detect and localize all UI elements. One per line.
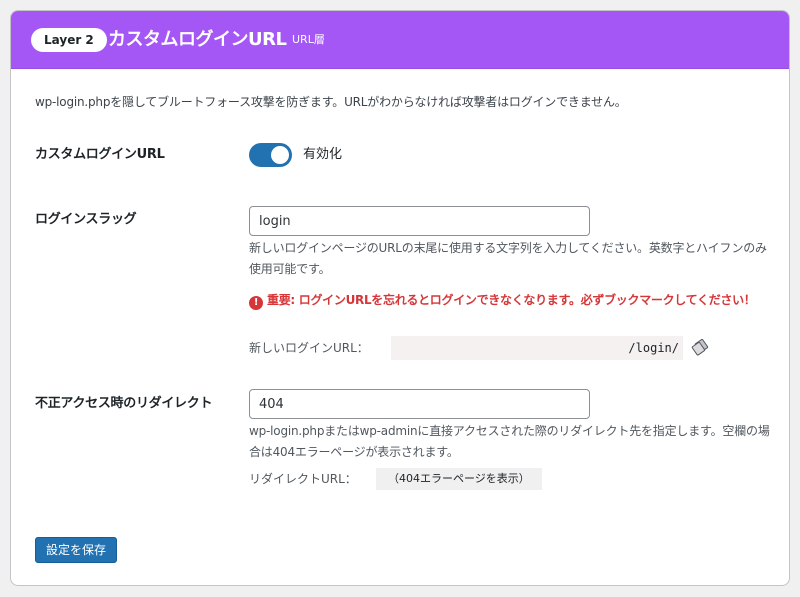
login-slug-input[interactable]	[249, 206, 590, 236]
custom-login-label: カスタムログインURL	[35, 147, 165, 162]
save-button[interactable]: 設定を保存	[35, 537, 118, 563]
login-slug-label: ログインスラッグ	[35, 212, 137, 227]
page-subtitle: URL層	[292, 33, 325, 46]
login-slug-description: 新しいログインページのURLの末尾に使用する文字列を入力してください。英数字とハ…	[249, 241, 767, 276]
redirect-input[interactable]	[249, 389, 590, 419]
warning-text: 重要: ログインURLを忘れるとログインできなくなります。必ずブックマークしてく…	[267, 293, 756, 307]
new-login-url-label: 新しいログインURL：	[249, 341, 369, 355]
copy-icon[interactable]	[691, 339, 709, 357]
layer-badge: Layer 2	[31, 28, 107, 52]
toggle-label: 有効化	[303, 147, 343, 162]
redirect-url-value: （404エラーページを表示）	[376, 468, 542, 490]
intro-text: wp-login.phpを隠してブルートフォース攻撃を防ぎます。URLがわからな…	[35, 95, 627, 109]
redirect-url-label: リダイレクトURL：	[249, 472, 357, 486]
redirect-label: 不正アクセス時のリダイレクト	[35, 396, 213, 411]
page-title: カスタムログインURL	[108, 29, 287, 50]
settings-card: Layer 2 カスタムログインURL URL層 wp-login.phpを隠し…	[10, 10, 790, 586]
new-login-url-value: /login/	[391, 336, 683, 360]
redirect-description: wp-login.phpまたはwp-adminに直接アクセスされた際のリダイレク…	[249, 424, 770, 459]
card-header: Layer 2 カスタムログインURL URL層	[11, 11, 789, 69]
toggle-knob	[271, 146, 289, 164]
warning-message: ! 重要: ログインURLを忘れるとログインできなくなります。必ずブックマークして…	[249, 290, 769, 311]
enable-toggle[interactable]	[249, 143, 292, 167]
exclamation-circle-icon: !	[249, 296, 263, 310]
